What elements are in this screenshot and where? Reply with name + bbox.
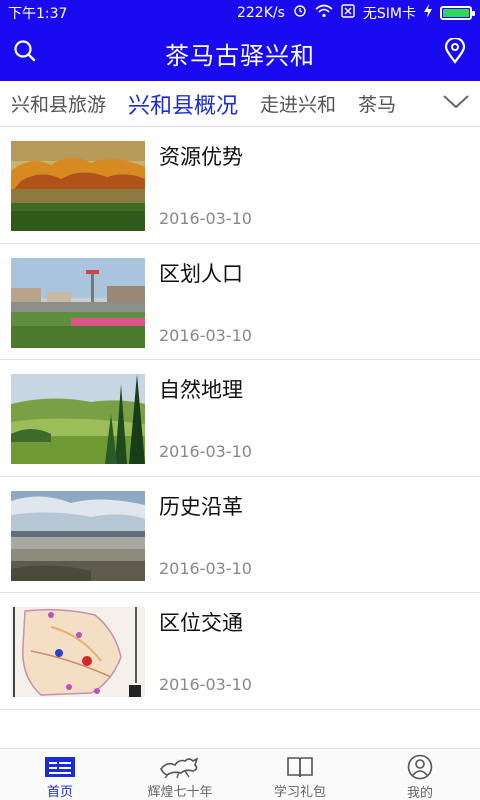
charging-icon [424,4,432,21]
list-item[interactable]: 自然地理 2016-03-10 [0,360,480,477]
article-date: 2016-03-10 [159,675,252,694]
nav-seventy-years[interactable]: 辉煌七十年 [120,749,240,800]
wifi-icon [315,4,333,21]
book-icon [286,754,314,779]
article-title: 区划人口 [159,261,243,286]
no-sim-icon [341,4,355,21]
alarm-icon [293,4,307,21]
article-date: 2016-03-10 [159,442,252,461]
category-tabs: 兴和县旅游 兴和县概况 走进兴和 茶马 [0,81,480,127]
article-date: 2016-03-10 [159,558,252,578]
network-speed: 222K/s [236,4,285,21]
article-title: 区位交通 [159,611,243,635]
article-thumbnail [11,141,145,231]
article-thumbnail [11,607,145,697]
battery-icon [440,5,475,20]
horse-icon [159,754,201,779]
article-date: 2016-03-10 [159,325,252,345]
article-title: 自然地理 [159,378,243,402]
nav-home[interactable]: 首页 [0,749,120,800]
tab-overview[interactable]: 兴和县概况 [117,88,249,120]
app-header: 茶马古驿兴和 [0,25,480,81]
article-date: 2016-03-10 [159,209,252,228]
list-item[interactable]: 区划人口 2016-03-10 [0,244,480,360]
tab-discover[interactable]: 走进兴和 [249,90,347,117]
article-thumbnail [11,490,145,581]
status-bar: 下午1:37 222K/s 无SIM卡 [0,0,480,25]
location-button[interactable] [438,36,472,70]
list-item[interactable]: 历史沿革 2016-03-10 [0,477,480,593]
nav-label-home: 首页 [46,785,73,800]
user-icon [407,754,433,780]
article-title: 资源优势 [159,145,243,169]
nav-profile[interactable]: 我的 [360,749,480,800]
chevron-down-icon [442,94,470,114]
search-icon [13,39,37,67]
nav-label-seventy-years: 辉煌七十年 [147,785,213,800]
tab-tourism[interactable]: 兴和县旅游 [0,90,117,117]
news-icon [44,754,76,779]
tab-tea-horse[interactable]: 茶马 [347,90,407,117]
article-title: 历史沿革 [159,494,243,519]
article-thumbnail [11,257,145,348]
nav-label-study: 学习礼包 [273,785,326,800]
bottom-nav: 首页 辉煌七十年 学习礼包 我的 [0,748,480,800]
article-thumbnail [11,374,145,464]
status-indicators: 222K/s 无SIM卡 [236,3,475,23]
status-time: 下午1:37 [8,5,68,22]
page-title: 茶马古驿兴和 [165,41,315,70]
list-item[interactable]: 区位交通 2016-03-10 [0,593,480,710]
location-pin-icon [444,36,466,68]
list-item[interactable]: 资源优势 2016-03-10 [0,127,480,244]
article-list: 资源优势 2016-03-10 区划人口 2016-03-10 自然地理 201… [0,127,480,710]
nav-study[interactable]: 学习礼包 [240,749,360,800]
tabs-more-button[interactable] [420,81,480,126]
search-button[interactable] [8,36,42,70]
sim-status: 无SIM卡 [362,5,416,22]
nav-label-profile: 我的 [406,786,433,800]
